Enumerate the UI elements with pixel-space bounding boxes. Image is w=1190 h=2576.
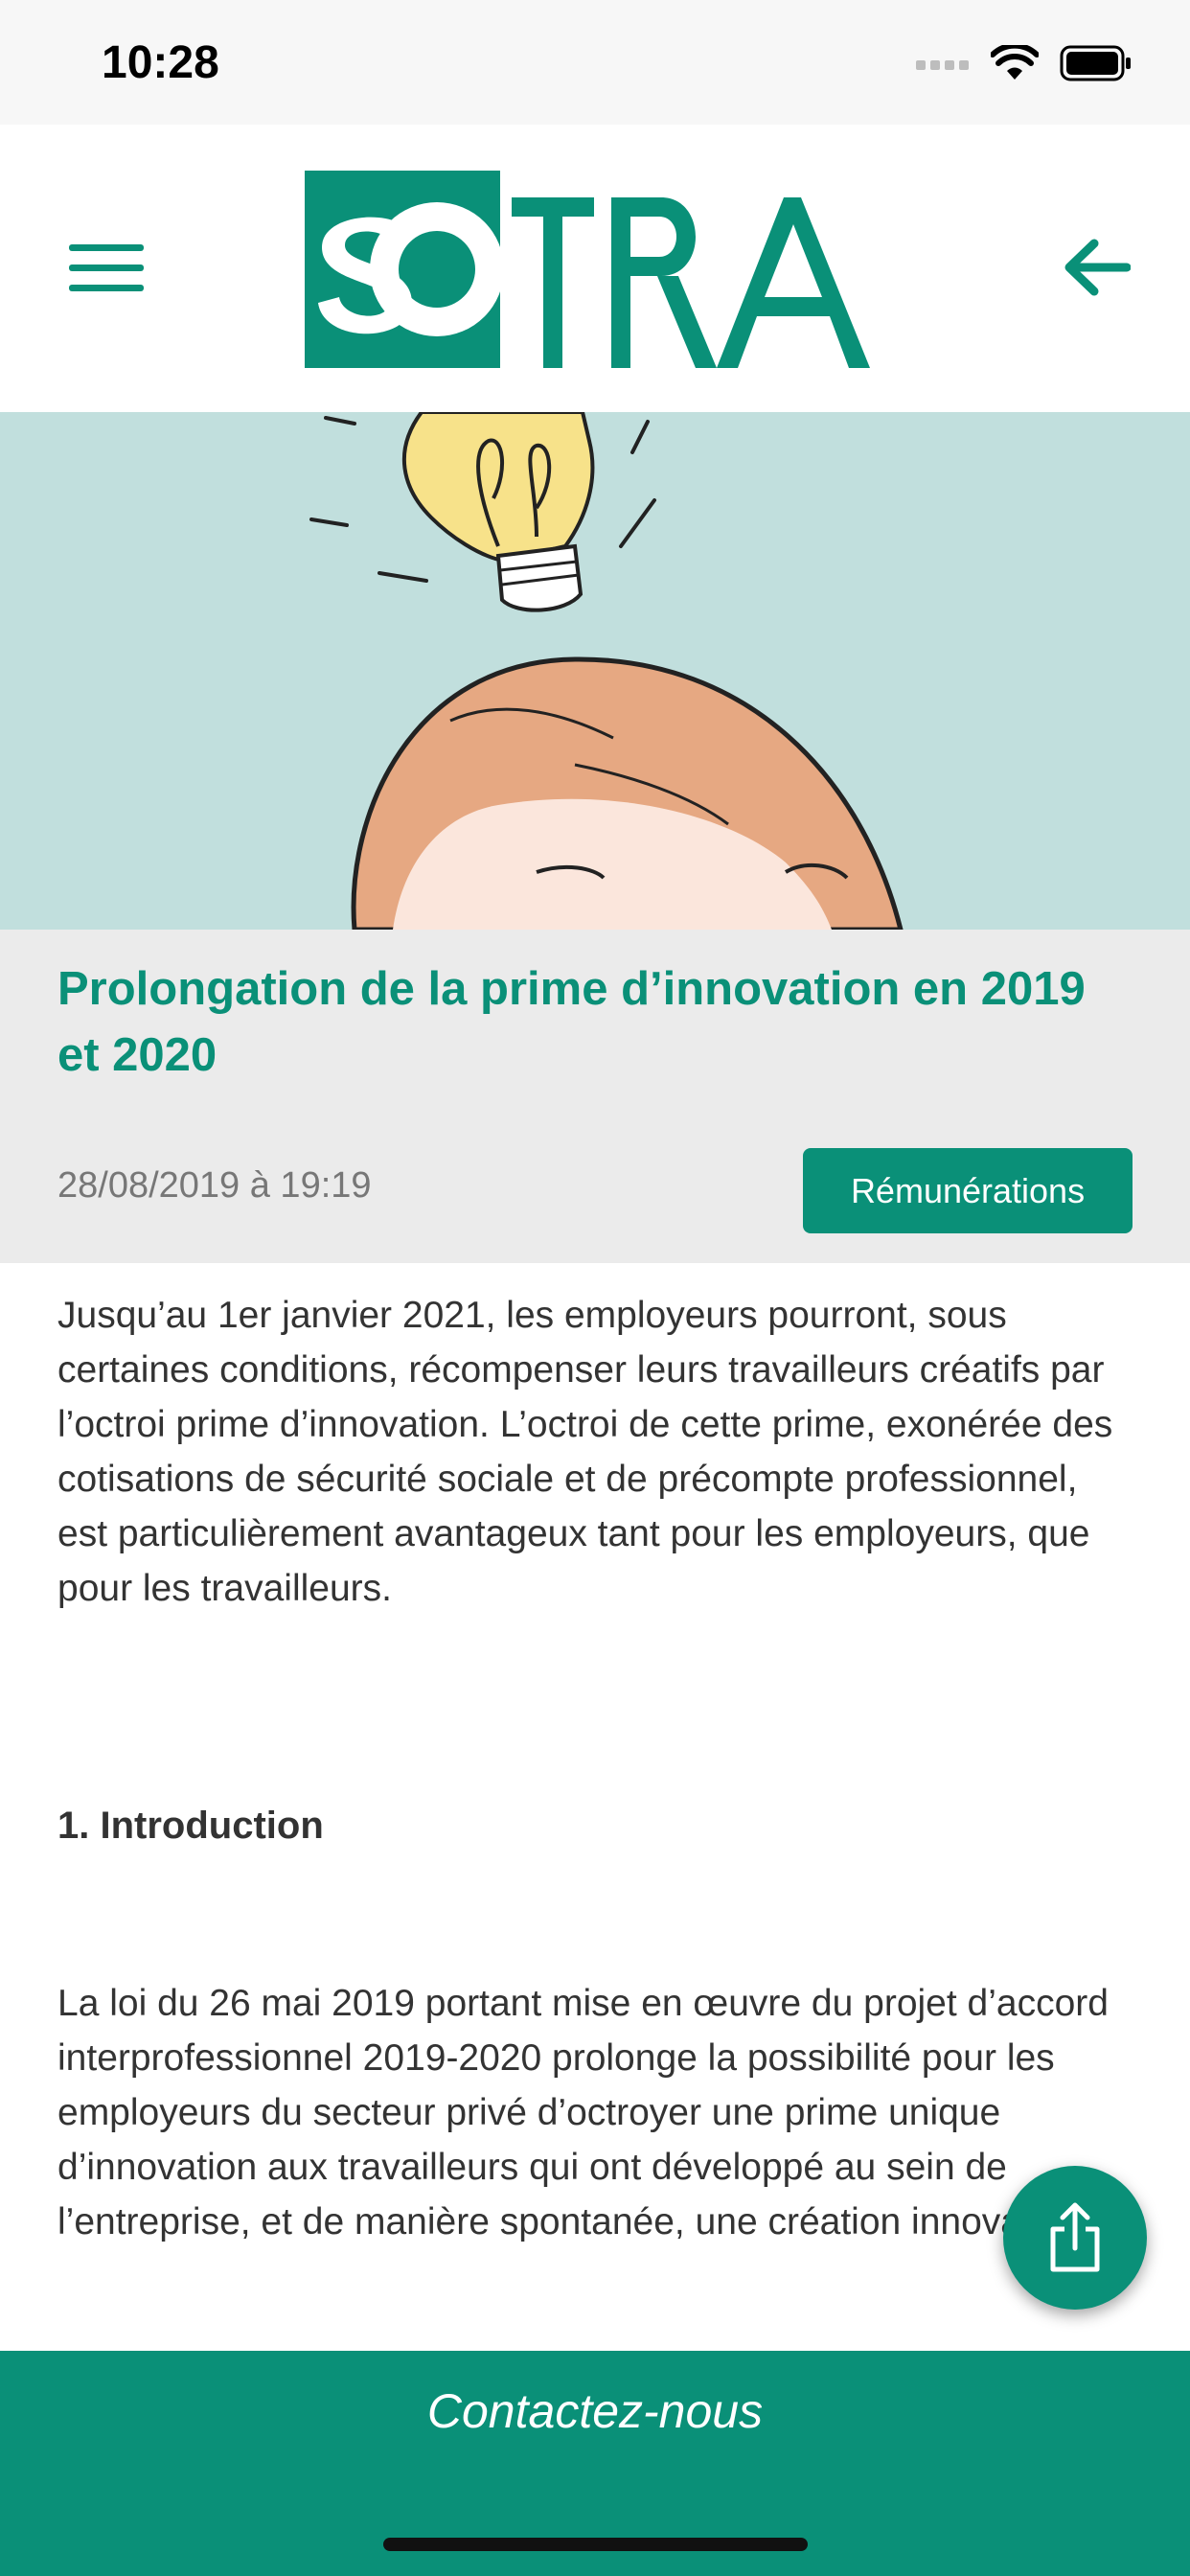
status-time: 10:28 (102, 37, 219, 88)
hamburger-line (69, 285, 144, 291)
section-heading: 1. Introduction (57, 1805, 324, 1847)
wifi-icon (991, 45, 1039, 80)
contact-label: Contactez-nous (426, 2384, 764, 2438)
hero-image (0, 412, 1190, 930)
article-header-panel: Prolongation de la prime d’innovation en… (0, 930, 1190, 1263)
share-icon (1050, 2202, 1100, 2272)
section-text: La loi du 26 mai 2019 portant mise en œu… (57, 1983, 1109, 2242)
hamburger-line (69, 264, 144, 271)
app-header (0, 125, 1190, 412)
menu-button[interactable] (69, 244, 144, 292)
article-date: 28/08/2019 à 19:19 (57, 1165, 372, 1206)
status-bar: 10:28 (0, 0, 1190, 125)
battery-icon (1060, 45, 1131, 81)
contact-bar[interactable]: Contactez-nous (0, 2351, 1190, 2576)
cellular-signal-icon (916, 60, 969, 70)
home-indicator (383, 2538, 808, 2551)
hamburger-line (69, 244, 144, 251)
article-body: Jusqu’au 1er janvier 2021, les employeur… (57, 1263, 1133, 2242)
article-intro: Jusqu’au 1er janvier 2021, les employeur… (57, 1295, 1113, 1609)
share-button[interactable] (1003, 2166, 1147, 2310)
status-icons (916, 44, 1133, 82)
category-badge[interactable]: Rémunérations (803, 1148, 1133, 1233)
back-arrow-icon[interactable] (1064, 238, 1131, 297)
article-title: Prolongation de la prime d’innovation en… (57, 963, 1086, 1081)
lightbulb-illustration (309, 412, 904, 930)
sotra-logo (305, 171, 870, 368)
